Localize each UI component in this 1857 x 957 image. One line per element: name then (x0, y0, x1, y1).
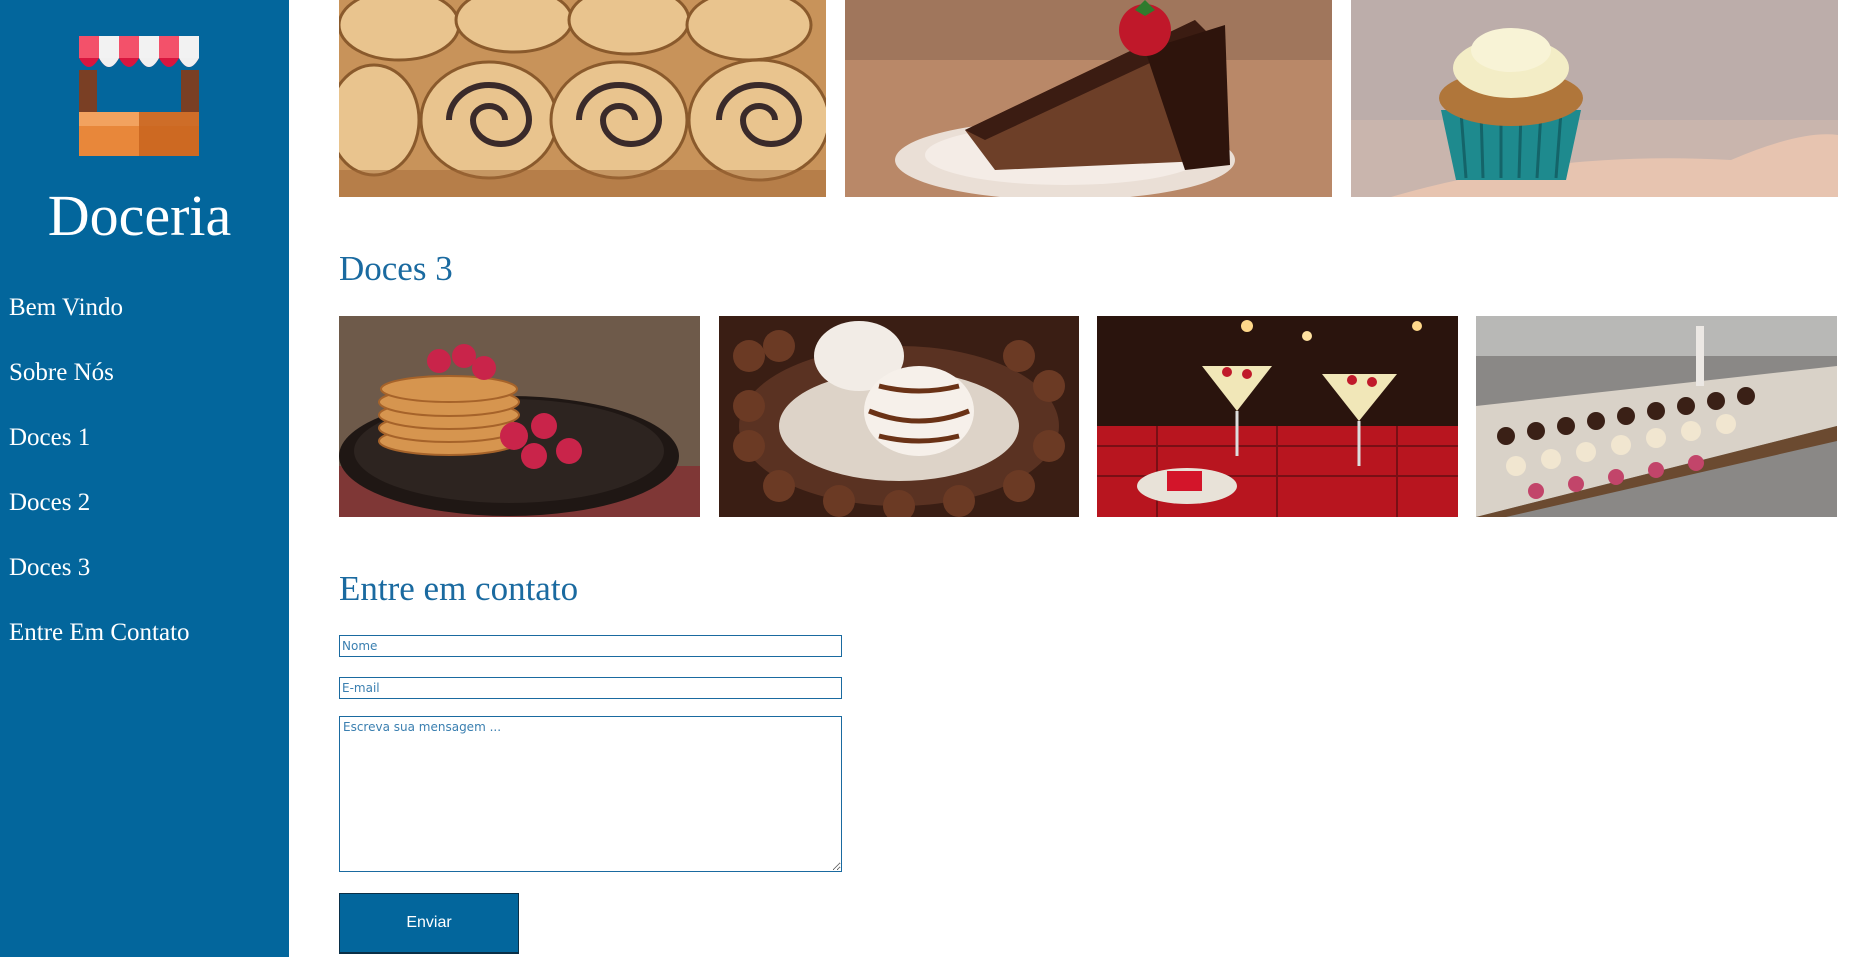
bakery-shop-icon (79, 36, 199, 156)
send-button[interactable]: Enviar (339, 893, 519, 954)
chocolate-coconut-dessert-photo (719, 316, 1079, 517)
section-title-contact: Entre em contato (339, 569, 579, 608)
message-textarea[interactable] (339, 716, 842, 872)
christmas-cocktails-photo (1097, 316, 1458, 517)
pancakes-raspberries-photo (339, 316, 700, 517)
nav-item-sobre-nos[interactable]: Sobre Nós (9, 355, 190, 420)
nav-item-doces-1[interactable]: Doces 1 (9, 420, 190, 485)
nav-item-entre-em-contato[interactable]: Entre Em Contato (9, 615, 190, 680)
poppy-seed-rolls-photo (339, 0, 826, 197)
name-input[interactable] (339, 635, 842, 657)
brand-name: Doceria (47, 183, 232, 248)
nav-item-bem-vindo[interactable]: Bem Vindo (9, 290, 190, 355)
email-input[interactable] (339, 677, 842, 699)
nav-item-doces-3[interactable]: Doces 3 (9, 550, 190, 615)
sidebar-nav: Bem Vindo Sobre Nós Doces 1 Doces 2 Doce… (9, 290, 190, 680)
sidebar: Doceria Bem Vindo Sobre Nós Doces 1 Doce… (0, 0, 289, 957)
cupcake-in-hand-photo (1351, 0, 1838, 197)
section-title-doces-3: Doces 3 (339, 249, 453, 288)
pastry-display-counter-photo (1476, 316, 1837, 517)
chocolate-cake-strawberry-photo (845, 0, 1332, 197)
nav-item-doces-2[interactable]: Doces 2 (9, 485, 190, 550)
